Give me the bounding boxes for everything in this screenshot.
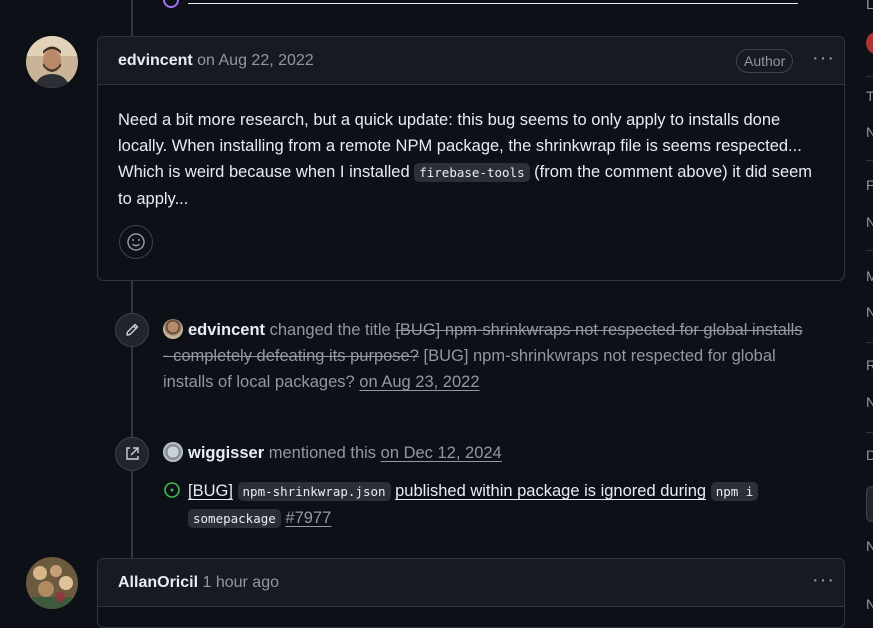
- sidebar-divider: [866, 342, 873, 343]
- more-options-icon[interactable]: ···: [812, 47, 835, 70]
- avatar[interactable]: [26, 557, 78, 609]
- comment-header-text: edvincent on Aug 22, 2022: [118, 52, 314, 70]
- previous-item-underline: [188, 3, 798, 4]
- timeline-line-top: [131, 0, 133, 36]
- sidebar-divider: [866, 250, 873, 251]
- avatar[interactable]: [26, 36, 78, 88]
- sidebar-divider: [866, 432, 873, 433]
- avatar[interactable]: [163, 442, 183, 462]
- event-date-link[interactable]: on Dec 12, 2024: [381, 444, 502, 462]
- comment-edvincent: edvincent on Aug 22, 2022 Author ··· Nee…: [97, 36, 845, 281]
- sidebar-letter: N: [866, 538, 873, 554]
- comment-header: AllanOricil 1 hour ago ···: [98, 559, 844, 607]
- comment-author-link[interactable]: AllanOricil: [118, 574, 198, 591]
- sidebar-letter: L: [866, 0, 873, 12]
- event-action-text: changed the title: [269, 321, 391, 339]
- smiley-icon: [127, 233, 145, 251]
- sidebar-avatar[interactable]: [866, 32, 873, 54]
- more-options-icon[interactable]: ···: [812, 569, 835, 592]
- rename-event: edvincent changed the title [BUG] npm-sh…: [163, 317, 803, 395]
- sidebar-letter: N: [866, 304, 873, 320]
- comment-date-link[interactable]: 1 hour ago: [202, 574, 279, 591]
- issue-number-link[interactable]: #7977: [285, 509, 331, 527]
- sidebar-letter: N: [866, 214, 873, 230]
- previous-item-icon: [163, 0, 179, 8]
- sidebar-letter: M: [866, 268, 873, 284]
- event-pencil-badge: [115, 313, 149, 347]
- issue-title-text[interactable]: [BUG]: [188, 482, 233, 500]
- event-date-link[interactable]: on Aug 23, 2022: [359, 373, 479, 391]
- mention-event: wiggisser mentioned this on Dec 12, 2024: [163, 440, 803, 466]
- sidebar-letter: N: [866, 596, 873, 612]
- sidebar-letter: N: [866, 124, 873, 140]
- inline-code: npm i: [710, 482, 759, 501]
- referenced-issue[interactable]: [BUG] npm-shrinkwrap.json published with…: [163, 478, 813, 532]
- link-external-icon: [126, 447, 139, 460]
- sidebar-letter: N: [866, 394, 873, 410]
- referenced-issue-title[interactable]: [BUG] npm-shrinkwrap.json published with…: [188, 478, 813, 532]
- sidebar-divider: [866, 76, 873, 77]
- issue-opened-icon: [164, 482, 180, 498]
- avatar-edvincent-icon: [26, 36, 78, 88]
- comment-allanoricil: AllanOricil 1 hour ago ···: [97, 558, 845, 628]
- previous-item-fragment: [163, 0, 803, 8]
- comment-date-link[interactable]: on Aug 22, 2022: [197, 52, 314, 69]
- author-badge: Author: [736, 49, 794, 73]
- add-reaction-button[interactable]: [119, 225, 153, 259]
- sidebar-letter: D: [866, 447, 873, 463]
- event-actor-link[interactable]: wiggisser: [188, 444, 264, 462]
- inline-code: npm-shrinkwrap.json: [237, 482, 391, 501]
- inline-code: firebase-tools: [414, 163, 530, 182]
- comment-body: Need a bit more research, but a quick up…: [118, 107, 830, 212]
- sidebar-button[interactable]: [866, 486, 873, 522]
- event-action-text: mentioned this: [268, 444, 377, 462]
- event-actor-link[interactable]: edvincent: [188, 321, 265, 339]
- sidebar-letter: P: [866, 177, 873, 193]
- sidebar-divider: [866, 160, 873, 161]
- comment-header-text: AllanOricil 1 hour ago: [118, 574, 279, 592]
- avatar-allanoricil-icon: [26, 557, 78, 609]
- issue-title-text[interactable]: published within package is ignored duri…: [395, 482, 706, 500]
- pencil-icon: [126, 323, 139, 336]
- inline-code: somepackage: [188, 509, 281, 528]
- comment-author-link[interactable]: edvincent: [118, 52, 193, 69]
- comment-header: edvincent on Aug 22, 2022 Author ···: [98, 37, 844, 85]
- sidebar-letter: T: [866, 88, 873, 104]
- event-crossref-badge: [115, 437, 149, 471]
- avatar[interactable]: [163, 319, 183, 339]
- sidebar-letter: R: [866, 357, 873, 373]
